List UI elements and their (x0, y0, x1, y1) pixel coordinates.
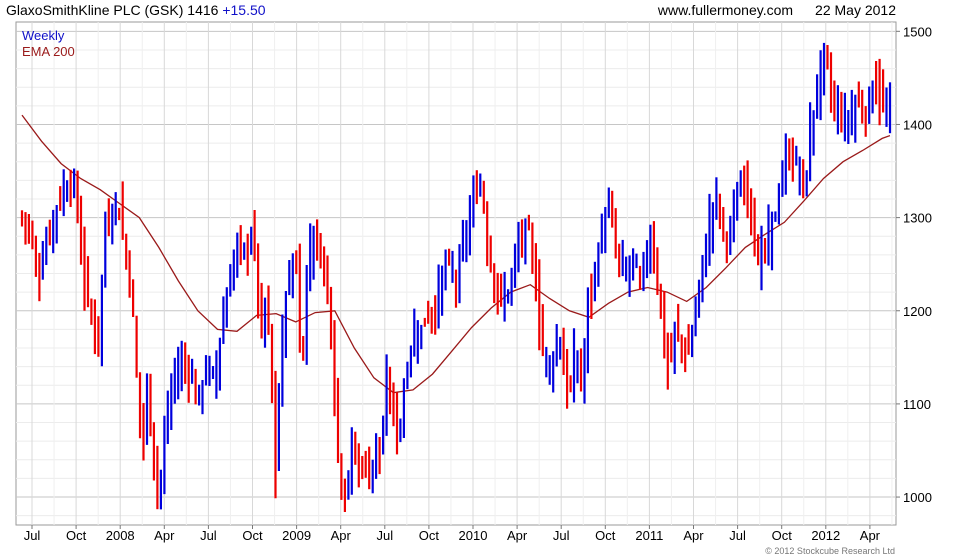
x-tick-label: Apr (331, 528, 352, 543)
price-chart: 100011001200130014001500 Jul Oct 2008 Apr Ju… (15, 21, 932, 556)
x-tick-label: Oct (419, 528, 440, 543)
y-tick-label: 1100 (903, 397, 931, 412)
x-tick-label: Apr (154, 528, 175, 543)
x-tick-label: Oct (595, 528, 616, 543)
x-tick-label: Jul (24, 528, 41, 543)
x-tick-label: 2008 (106, 528, 135, 543)
x-tick-label: 2009 (282, 528, 311, 543)
x-tick-label: Oct (66, 528, 87, 543)
copyright: © 2012 Stockcube Research Ltd (765, 546, 895, 556)
x-tick-label: Apr (507, 528, 528, 543)
y-tick-label: 1200 (903, 304, 932, 319)
x-tick-label: Jul (729, 528, 746, 543)
y-tick-label: 1000 (903, 490, 932, 505)
legend-weekly: Weekly (22, 28, 65, 43)
y-tick-label: 1500 (903, 24, 932, 39)
x-axis: Jul Oct 2008 Apr Jul Oct 2009 Apr Jul Oct 2010 Apr J… (24, 525, 881, 543)
x-tick-label: 2010 (459, 528, 488, 543)
y-tick-label: 1300 (903, 211, 932, 226)
x-tick-label: 2011 (635, 528, 663, 543)
x-tick-label: Jul (200, 528, 217, 543)
x-tick-label: Apr (683, 528, 704, 543)
x-tick-label: 2012 (811, 528, 840, 543)
y-tick-label: 1400 (903, 117, 932, 132)
x-tick-label: Oct (772, 528, 793, 543)
x-tick-label: Apr (860, 528, 881, 543)
x-tick-label: Jul (553, 528, 570, 543)
y-axis: 1000 1100 1200 1300 1400 1500 (896, 24, 932, 505)
x-tick-label: Oct (242, 528, 263, 543)
legend-ema: EMA 200 (22, 44, 75, 59)
x-tick-label: Jul (376, 528, 393, 543)
